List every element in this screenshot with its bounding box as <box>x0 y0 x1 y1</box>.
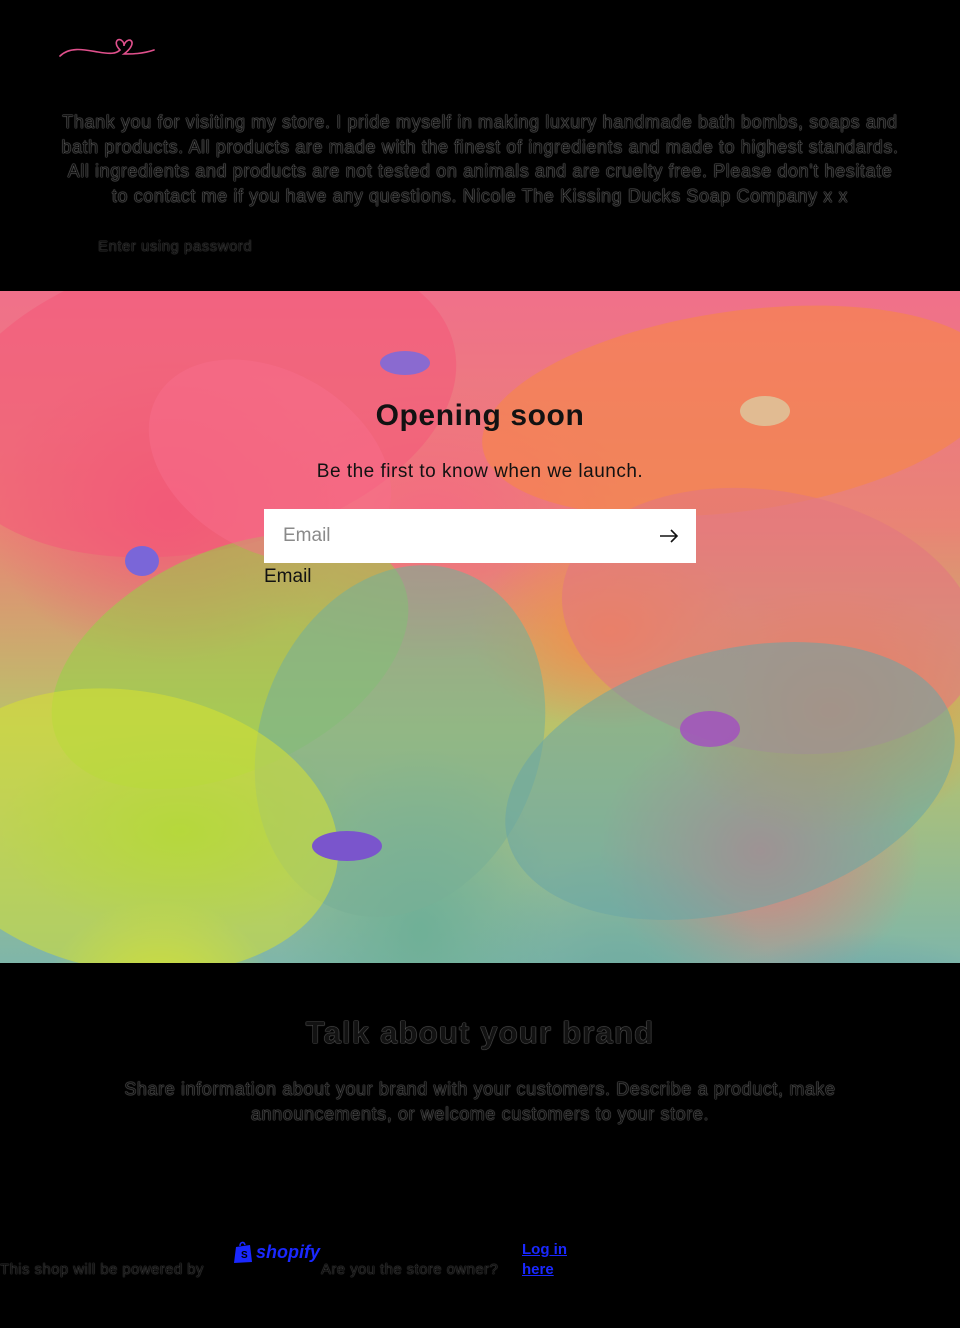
launch-subtitle: Be the first to know when we launch. <box>316 461 644 482</box>
svg-text:S: S <box>241 1250 248 1261</box>
subscribe-button[interactable] <box>642 509 696 563</box>
shopify-logo-link[interactable]: S shopify <box>233 1238 321 1266</box>
enter-password-link[interactable]: Enter using password <box>98 238 252 255</box>
opening-soon-title: Opening soon <box>375 399 585 432</box>
store-owner-text: Are you the store owner? <box>321 1261 499 1278</box>
shopify-bag-icon: S <box>234 1241 252 1263</box>
brand-title: Talk about your brand <box>305 1015 655 1050</box>
arrow-right-icon <box>660 529 679 543</box>
logo-icon[interactable] <box>58 32 158 62</box>
powered-by-text: This shop will be powered by <box>0 1261 204 1278</box>
login-link[interactable]: Log in <box>522 1241 567 1258</box>
brand-description: Share information about your brand with … <box>124 1079 836 1124</box>
email-input[interactable] <box>264 509 642 563</box>
store-intro-text: Thank you for visiting my store. I pride… <box>61 112 899 206</box>
hero-banner <box>0 291 960 963</box>
email-label: Email <box>264 566 312 587</box>
newsletter-form <box>264 509 696 563</box>
shopify-wordmark: shopify <box>256 1241 321 1262</box>
login-here-link[interactable]: here <box>522 1261 554 1278</box>
